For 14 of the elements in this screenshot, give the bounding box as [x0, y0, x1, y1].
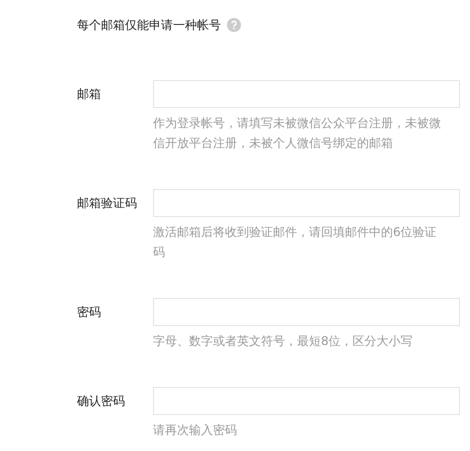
field-hint: 作为登录帐号，请填写未被微信公众平台注册，未被微信开放平台注册，未被个人微信号绑定的邮箱 — [153, 115, 442, 152]
field-hint: 字母、数字或者英文符号，最短8位，区分大小写 — [153, 333, 414, 350]
notice-text: 每个邮箱仅能申请一种帐号 — [77, 17, 221, 34]
input-field[interactable] — [153, 189, 460, 217]
input-field[interactable] — [153, 387, 460, 415]
input-field[interactable] — [153, 298, 460, 326]
field-hint: 请再次输入密码 — [153, 422, 238, 439]
field-label: 确认密码 — [77, 393, 126, 410]
field-label: 邮箱 — [77, 86, 102, 103]
field-hint: 激活邮箱后将收到验证邮件，请回填邮件中的6位验证码 — [153, 224, 438, 261]
input-field[interactable] — [153, 80, 460, 108]
help-icon[interactable] — [227, 18, 241, 32]
field-label: 邮箱验证码 — [77, 195, 138, 212]
field-label: 密码 — [77, 304, 102, 321]
